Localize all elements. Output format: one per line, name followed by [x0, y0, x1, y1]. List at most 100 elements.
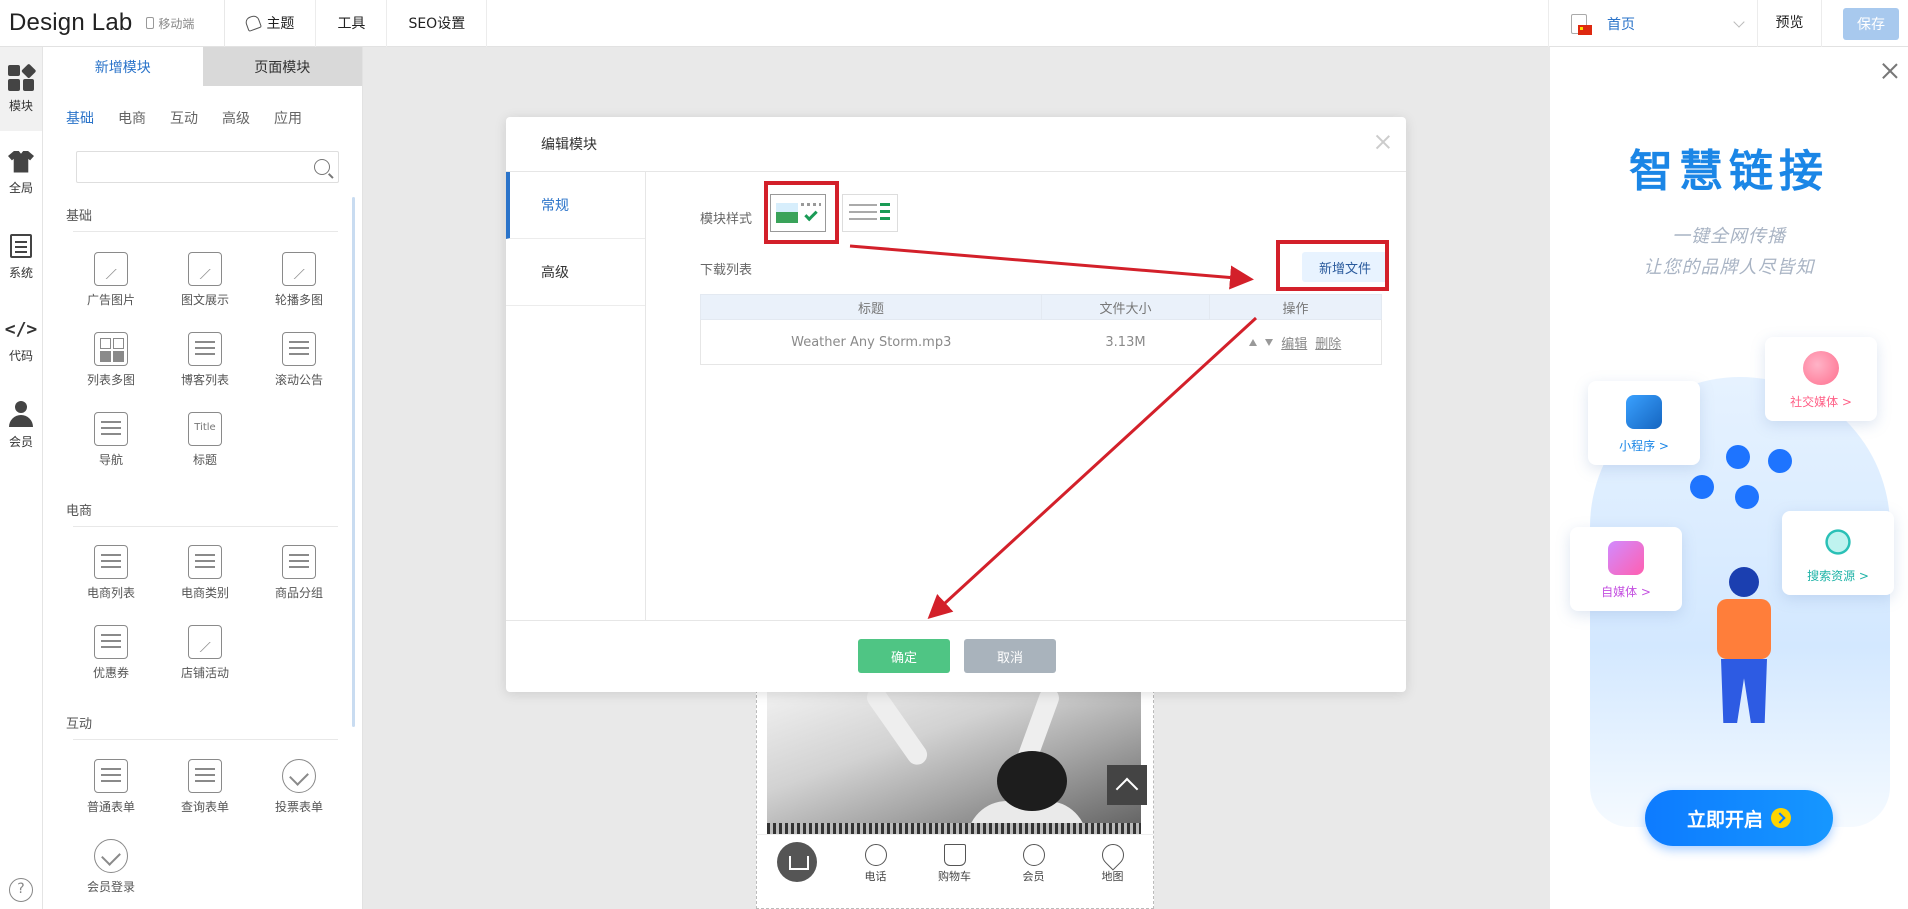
module-member-login[interactable]: 会员登录	[76, 839, 146, 895]
brand-logo[interactable]: Design Lab	[0, 9, 132, 37]
confirm-button[interactable]: 确定	[858, 639, 950, 673]
dialog-title: 编辑模块	[541, 137, 597, 153]
module-blog-list[interactable]: 博客列表	[170, 332, 240, 388]
module-label: 优惠券	[92, 666, 129, 680]
top-right: 首页 预览 保存	[1548, 0, 1908, 47]
module-subtabs: 基础 电商 互动 高级 应用	[43, 86, 362, 128]
molecule-node	[1735, 485, 1759, 509]
module-ecommerce-category[interactable]: 电商类别	[170, 545, 240, 601]
page-selector[interactable]: 首页	[1548, 0, 1758, 47]
mobile-view-link[interactable]: 移动端	[146, 15, 194, 32]
nav-member[interactable]: 会员	[994, 844, 1073, 886]
column-title: 标题	[700, 294, 1042, 320]
nav-phone[interactable]: 电话	[836, 844, 915, 886]
dialog-sidebar: 常规 高级	[506, 172, 646, 620]
module-product-group[interactable]: 商品分组	[264, 545, 334, 601]
module-title[interactable]: 标题	[170, 412, 240, 468]
close-icon[interactable]	[1882, 63, 1898, 79]
card-label: 搜索资源 >	[1807, 569, 1869, 583]
molecule-node	[1726, 445, 1750, 469]
module-normal-form[interactable]: 普通表单	[76, 759, 146, 815]
start-now-button[interactable]: 立即开启	[1645, 790, 1833, 846]
molecule-node	[1768, 449, 1792, 473]
promo-card-miniprogram[interactable]: 小程序 >	[1588, 381, 1700, 465]
product-list-icon	[94, 545, 128, 579]
clipboard-icon	[94, 759, 128, 793]
home-icon	[776, 842, 817, 882]
cart-icon	[943, 844, 966, 866]
module-carousel[interactable]: 轮播多图	[264, 252, 334, 308]
module-label: 轮播多图	[274, 293, 323, 307]
close-icon[interactable]	[1376, 135, 1390, 149]
rail-item-code[interactable]: </> 代码	[0, 299, 42, 383]
dialog-tab-advanced[interactable]: 高级	[506, 239, 645, 306]
module-label: 会员登录	[86, 880, 135, 894]
subtab-basic[interactable]: 基础	[66, 108, 94, 128]
download-list-label: 下载列表	[700, 263, 753, 278]
title-icon	[188, 412, 222, 446]
move-up-icon[interactable]	[1249, 338, 1258, 346]
module-list-images[interactable]: 列表多图	[76, 332, 146, 388]
subtab-advanced[interactable]: 高级	[222, 108, 250, 128]
tab-add-module[interactable]: 新增模块	[43, 47, 203, 86]
rail-item-modules[interactable]: 模块	[0, 47, 42, 131]
nav-cart[interactable]: 购物车	[915, 844, 994, 886]
style-option-text-list[interactable]	[842, 194, 898, 232]
move-down-icon[interactable]	[1265, 338, 1274, 346]
arrow-right-icon	[1771, 808, 1791, 828]
rail-label: 会员	[8, 434, 33, 449]
image-icon	[94, 252, 128, 286]
promo-card-social[interactable]: 社交媒体 >	[1765, 337, 1877, 421]
module-panel: 新增模块 页面模块 基础 电商 互动 高级 应用 基础 广告图片 图文展示 轮播…	[43, 47, 363, 909]
code-icon: </>	[4, 318, 38, 340]
edit-link[interactable]: 编辑	[1281, 333, 1307, 352]
subtab-apps[interactable]: 应用	[274, 108, 302, 128]
module-search-input[interactable]	[77, 152, 297, 182]
banner-photo	[767, 691, 1141, 841]
document-icon	[10, 233, 32, 258]
promo-card-search[interactable]: 搜索资源 >	[1782, 511, 1894, 595]
module-label: 图文展示	[180, 293, 229, 307]
phone-icon	[146, 17, 155, 29]
module-query-form[interactable]: 查询表单	[170, 759, 240, 815]
promo-card-selfmedia[interactable]: 自媒体 >	[1570, 527, 1682, 611]
rail-item-member[interactable]: 会员	[0, 383, 42, 467]
help-icon[interactable]: ?	[9, 878, 33, 902]
dialog-footer: 确定 取消	[506, 620, 1406, 692]
module-label: 导航	[98, 453, 123, 467]
module-image-text[interactable]: 图文展示	[170, 252, 240, 308]
module-navigation[interactable]: 导航	[76, 412, 146, 468]
rail-label: 全局	[8, 180, 33, 195]
module-scroll-notice[interactable]: 滚动公告	[264, 332, 334, 388]
delete-link[interactable]: 删除	[1315, 333, 1341, 352]
module-coupon[interactable]: 优惠券	[76, 625, 146, 681]
promo-title: 智慧链接	[1629, 146, 1829, 197]
subtab-interactive[interactable]: 互动	[170, 108, 198, 128]
promo-subtitle-1: 一键全网传播	[1672, 226, 1786, 247]
module-store-activity[interactable]: 店铺活动	[170, 625, 240, 681]
rail-item-system[interactable]: 系统	[0, 215, 42, 299]
nav-home[interactable]	[757, 842, 836, 886]
menu-theme[interactable]: 主题	[225, 0, 317, 47]
nav-label: 地图	[1101, 870, 1124, 883]
rail-item-global[interactable]: 全局	[0, 131, 42, 215]
module-vote-form[interactable]: 投票表单	[264, 759, 334, 815]
module-scrollbar[interactable]	[352, 197, 355, 727]
preview-button[interactable]: 预览	[1758, 0, 1822, 47]
tab-page-module[interactable]: 页面模块	[202, 47, 362, 86]
nav-label: 电话	[864, 870, 887, 883]
page-doc-icon	[1571, 13, 1592, 35]
person-head	[1729, 567, 1759, 597]
cancel-button[interactable]: 取消	[964, 639, 1056, 673]
save-button[interactable]: 保存	[1843, 7, 1899, 40]
subtab-ecommerce[interactable]: 电商	[118, 108, 146, 128]
menu-tools[interactable]: 工具	[316, 0, 388, 47]
dialog-tab-general[interactable]: 常规	[506, 172, 645, 239]
search-icon[interactable]	[314, 159, 330, 175]
module-ecommerce-list[interactable]: 电商列表	[76, 545, 146, 601]
back-to-top-button[interactable]	[1107, 765, 1147, 805]
nav-map[interactable]: 地图	[1073, 839, 1152, 886]
module-ad-image[interactable]: 广告图片	[76, 252, 146, 308]
modules-icon	[8, 62, 36, 91]
menu-seo[interactable]: SEO设置	[387, 0, 488, 47]
